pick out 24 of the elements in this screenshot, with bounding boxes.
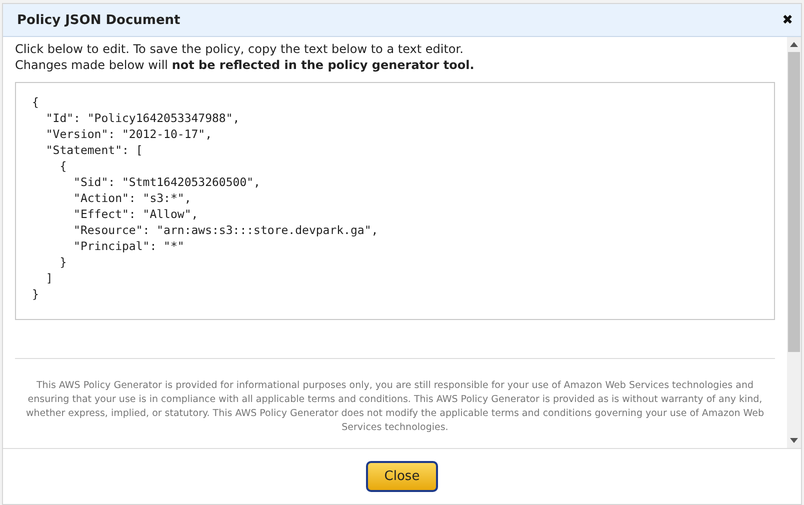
code-line: "Resource": "arn:aws:s3:::store.devpark.ga", (72, 222, 378, 238)
code-line: ] (44, 270, 53, 286)
scrollbar-thumb[interactable] (788, 52, 800, 352)
code-line: "Action": "s3:*", (72, 190, 192, 206)
code-line: "Principal": "*" (72, 238, 184, 254)
warning-text: Changes made below will not be reflected in the policy generator tool. (15, 57, 476, 73)
code-line: "Sid": "Stmt1642053260500", (72, 174, 260, 190)
instruction-text: Click below to edit. To save the policy, copy the text below to a text editor. (15, 41, 464, 57)
close-icon[interactable]: ✖ (782, 12, 793, 28)
code-line: "Version": "2012-10-17", (44, 126, 212, 142)
code-line: { (32, 94, 39, 110)
dialog-title: Policy JSON Document (17, 12, 180, 28)
policy-json-editor[interactable] (15, 82, 775, 320)
code-line: { (58, 158, 67, 174)
code-line: "Effect": "Allow", (72, 206, 198, 222)
code-line: "Statement": [ (44, 142, 143, 158)
disclaimer-text: This AWS Policy Generator is provided for informational purposes only, you are still responsible for your use of Amazon Web Services technologies and ensuring that your use is in compliance with all applicable terms and conditions. This AWS Policy Generator is provided as is without warranty of any kind, whether express, implied, or statutory. This AWS Policy Generator does not modify the applicable terms and conditions governing your use of Amazon Web Services technologies. (24, 379, 766, 435)
scrollbar[interactable] (787, 37, 801, 448)
code-line: } (58, 254, 67, 270)
scroll-up-icon[interactable] (790, 42, 798, 47)
code-line: } (32, 286, 39, 302)
close-button[interactable]: Close (366, 461, 438, 492)
code-line: "Id": "Policy1642053347988", (44, 110, 240, 126)
scroll-down-icon[interactable] (790, 438, 798, 443)
